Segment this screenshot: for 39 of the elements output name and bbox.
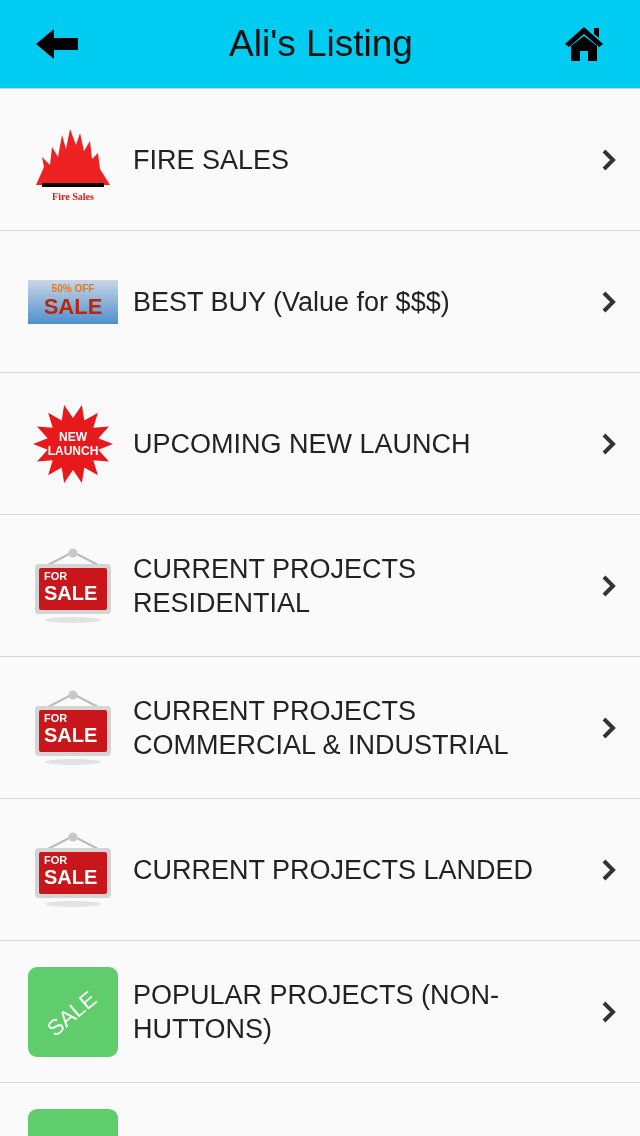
- listing-row[interactable]: 50% OFF SALE BEST BUY (Value for $$$): [0, 231, 640, 373]
- icon-caption: LAUNCH: [47, 443, 99, 458]
- icon-caption: FOR: [44, 569, 69, 582]
- listing-row[interactable]: Fire Sales FIRE SALES: [0, 89, 640, 231]
- icon-caption: FOR: [44, 711, 69, 724]
- chevron-icon: [602, 290, 616, 313]
- chevron-icon: [602, 574, 616, 597]
- chevron-icon: [602, 1000, 616, 1023]
- hanging-sign-icon: [34, 831, 112, 908]
- listing-label: CURRENT PROJECTS RESIDENTIAL: [133, 552, 418, 620]
- listing-label: BEST BUY (Value for $$$): [133, 285, 451, 319]
- listing-label: CURRENT PROJECTS COMMERCIAL & INDUSTRIAL: [133, 694, 510, 762]
- icon-caption: SALE: [44, 865, 98, 889]
- icon-caption: SALE: [43, 294, 103, 320]
- listing-label: POPULAR PROJECTS (NON-HUTTONS): [133, 978, 501, 1046]
- icon-caption: SALE: [44, 723, 98, 747]
- chevron-icon: [602, 432, 616, 455]
- listing-row[interactable]: FOR SALE CURRENT PROJECTS COMMERCIAL & INDUSTRIAL: [0, 657, 640, 799]
- chevron-icon: [602, 716, 616, 739]
- icon-caption: FOR: [44, 853, 69, 866]
- listing-row[interactable]: FOR SALE CURRENT PROJECTS LANDED: [0, 799, 640, 941]
- icon-caption: 50% OFF: [51, 283, 95, 294]
- home-icon: [564, 26, 604, 62]
- icon-caption: NEW: [59, 429, 87, 444]
- back-arrow-icon: [36, 29, 78, 59]
- sale-banner-icon: [28, 279, 118, 324]
- icon-caption: Fire Sales: [51, 190, 95, 202]
- listing-row[interactable]: NEW LAUNCH UPCOMING NEW LAUNCH: [0, 373, 640, 515]
- hanging-sign-icon: [34, 547, 112, 624]
- icon-caption: SALE: [44, 581, 98, 605]
- screen-title: Ali's Listing: [229, 23, 413, 65]
- hanging-sign-icon: [34, 689, 112, 766]
- listing-label: FIRE SALES: [133, 143, 291, 177]
- sale-tag-icon: [28, 966, 118, 1057]
- chevron-icon: [602, 858, 616, 881]
- listing-label: CURRENT PROJECTS LANDED: [133, 853, 535, 887]
- listing-label: UPCOMING NEW LAUNCH: [133, 427, 472, 461]
- listing-row[interactable]: FOR SALE CURRENT PROJECTS RESIDENTIAL: [0, 515, 640, 657]
- chevron-icon: [602, 148, 616, 171]
